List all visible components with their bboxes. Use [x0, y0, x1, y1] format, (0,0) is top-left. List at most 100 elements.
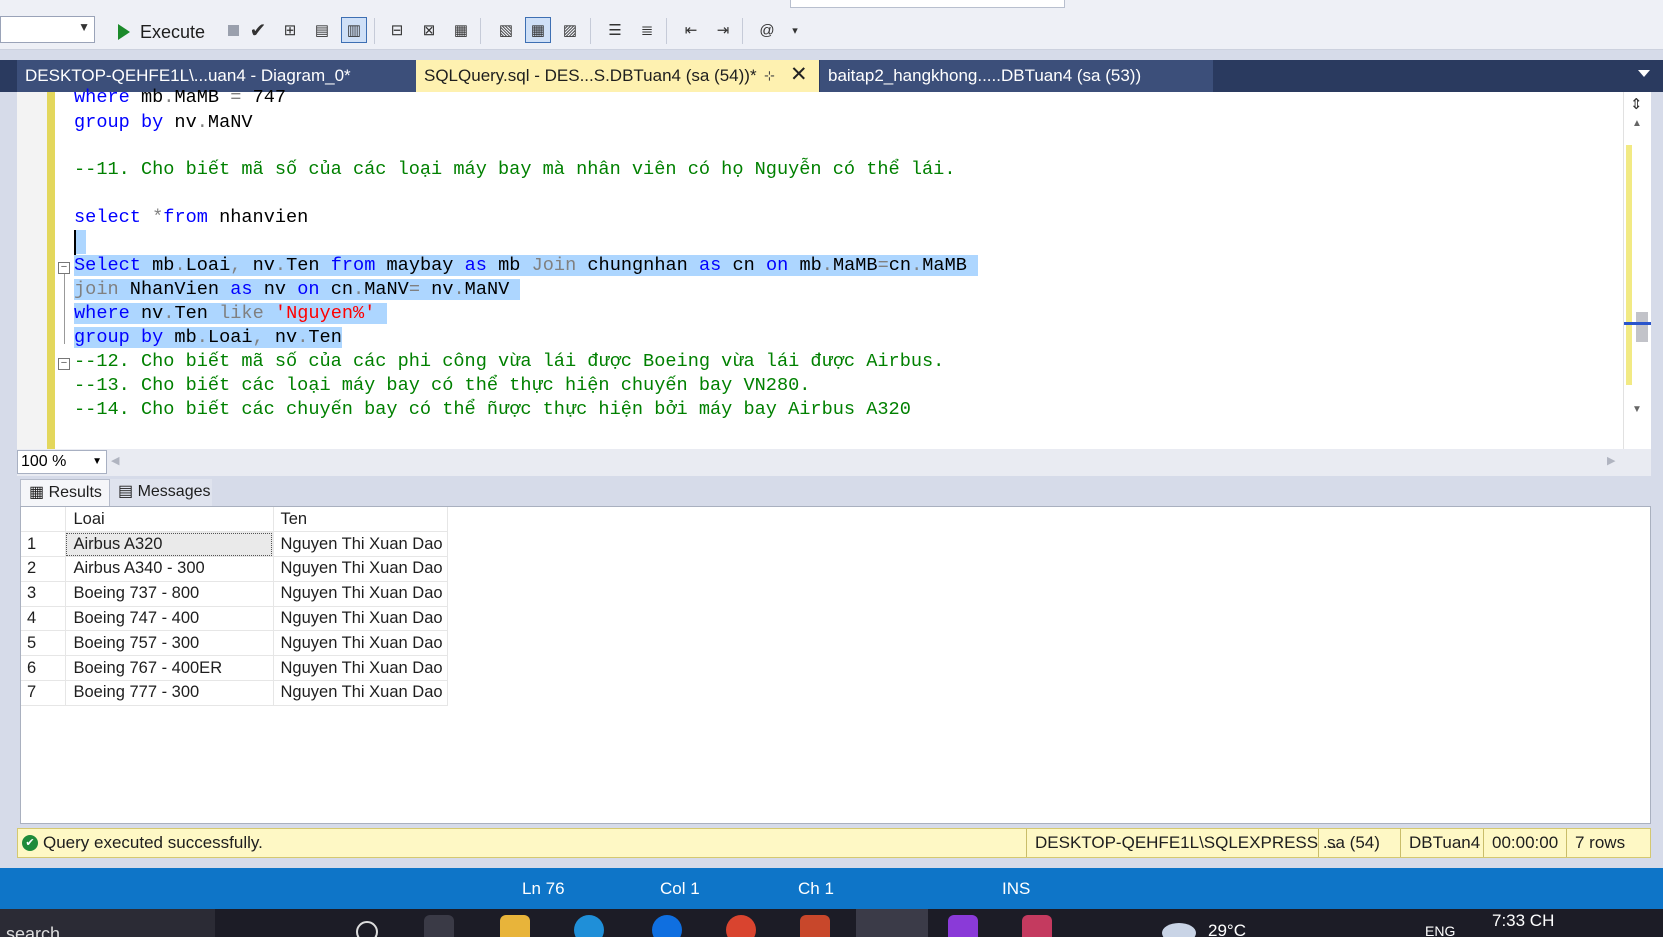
table-row[interactable]: 7 Boeing 777 - 300 Nguyen Thi Xuan Dao [21, 680, 448, 706]
close-icon[interactable]: ✕ [790, 60, 808, 91]
cell-loai[interactable]: Boeing 757 - 300 [65, 630, 274, 657]
weather-icon[interactable] [1162, 923, 1196, 937]
split-icon[interactable]: ⇕ [1630, 95, 1643, 113]
column-header[interactable]: Loai [65, 507, 274, 533]
windows-taskbar: search 29°C ENG 7:33 CH [0, 909, 1663, 937]
taskbar-search[interactable]: search [0, 909, 215, 937]
row-number[interactable]: 6 [21, 655, 66, 682]
collapse-icon[interactable]: − [58, 262, 70, 274]
cell-ten[interactable]: Nguyen Thi Xuan Dao [273, 630, 448, 657]
row-number[interactable]: 1 [21, 531, 66, 558]
input-language[interactable]: ENG [1425, 923, 1455, 937]
scroll-right-icon[interactable]: ▶ [1607, 454, 1615, 467]
table-row[interactable]: 4 Boeing 747 - 400 Nguyen Thi Xuan Dao [21, 606, 448, 632]
cell-loai[interactable]: Boeing 777 - 300 [65, 680, 274, 706]
database-dropdown[interactable]: ▼ [0, 16, 95, 43]
tab-sqlquery[interactable]: SQLQuery.sql - DES...S.DBTuan4 (sa (54))… [416, 60, 819, 92]
row-number-header[interactable] [21, 507, 66, 533]
ssms-taskbar-button[interactable] [856, 909, 928, 937]
increase-indent-icon[interactable]: ⇥ [710, 17, 736, 43]
table-row[interactable]: 3 Boeing 737 - 800 Nguyen Thi Xuan Dao [21, 581, 448, 607]
pin-icon[interactable]: ⊹ [764, 60, 775, 92]
cell-ten[interactable]: Nguyen Thi Xuan Dao [273, 556, 448, 582]
table-row[interactable]: 2 Airbus A340 - 300 Nguyen Thi Xuan Dao [21, 556, 448, 582]
status-server: DESKTOP-QEHFE1L\SQLEXPRESS ... [1026, 829, 1337, 857]
decrease-indent-icon[interactable]: ⇤ [678, 17, 704, 43]
scroll-down-icon[interactable]: ▼ [1632, 404, 1642, 415]
scroll-left-icon[interactable]: ◀ [111, 454, 119, 467]
row-number[interactable]: 2 [21, 556, 66, 582]
tab-messages[interactable]: ▤ Messages [110, 479, 212, 506]
parse-check-icon[interactable]: ✔ [245, 17, 271, 43]
client-stats-icon[interactable]: ▧ [493, 17, 519, 43]
chrome-icon[interactable] [726, 915, 756, 937]
uncomment-lines-icon[interactable]: ≣ [634, 17, 660, 43]
cell-loai[interactable]: Airbus A320 [65, 531, 274, 558]
scroll-up-icon[interactable]: ▲ [1632, 118, 1642, 129]
column-header[interactable]: Ten [273, 507, 448, 533]
cell-ten[interactable]: Nguyen Thi Xuan Dao [273, 581, 448, 607]
query-options-icon[interactable]: ⊟ [384, 17, 410, 43]
display-plan-icon[interactable]: ⊞ [277, 17, 303, 43]
code-comment: --14. Cho biết các chuyến bay có thể ñượ… [74, 399, 911, 420]
status-line: Ln 76 [522, 879, 565, 898]
tab-results[interactable]: ▦ Results [20, 479, 110, 506]
cell-loai[interactable]: Airbus A340 - 300 [65, 556, 274, 582]
tab-baitap2[interactable]: baitap2_hangkhong.....DBTuan4 (sa (53)) [820, 60, 1213, 92]
table-row[interactable]: 6 Boeing 767 - 400ER Nguyen Thi Xuan Dao [21, 655, 448, 682]
query-editor[interactable]: − − where mb.MaMB = 747 group by nv.MaNV… [17, 87, 1651, 449]
code-comment: --11. Cho biết mã số của các loại máy ba… [74, 159, 956, 180]
tab-overflow-icon[interactable] [1638, 70, 1650, 77]
code-line-selected: join NhanVien as nv on cn.MaNV= nv.MaNV [74, 279, 521, 300]
code-comment: --12. Cho biết mã số của các phi công vừ… [74, 351, 945, 372]
taskbar-clock[interactable]: 7:33 CH [1492, 911, 1554, 931]
cell-loai[interactable]: Boeing 747 - 400 [65, 606, 274, 632]
overflow-chevron-icon[interactable]: ▾ [782, 17, 808, 43]
editor-horizontal-scrollbar[interactable]: ◀ ▶ [17, 449, 1651, 476]
row-number[interactable]: 5 [21, 630, 66, 657]
cell-loai[interactable]: Boeing 767 - 400ER [65, 655, 274, 682]
collapse-icon[interactable]: − [58, 358, 70, 370]
grid-icon[interactable]: ▦ [525, 17, 551, 43]
ide-status-bar: Ln 76 Col 1 Ch 1 INS [0, 868, 1663, 909]
status-char: Ch 1 [798, 879, 834, 898]
intellij-icon[interactable] [948, 915, 978, 937]
intellisense-icon[interactable]: ⊠ [416, 17, 442, 43]
zoom-dropdown[interactable]: 100 % ▼ [17, 450, 107, 474]
powerpoint-icon[interactable] [800, 915, 830, 937]
cell-ten[interactable]: Nguyen Thi Xuan Dao [273, 655, 448, 682]
include-plan-icon[interactable]: ▦ [448, 17, 474, 43]
success-check-icon: ✔ [22, 835, 38, 851]
scrollbar-caret-marker [1624, 322, 1651, 325]
scrollbar-thumb[interactable] [1636, 312, 1648, 342]
results-to-text-icon[interactable]: ▤ [309, 17, 335, 43]
code-line-selected: group by mb.Loai, nv.Ten [74, 327, 342, 348]
row-number[interactable]: 4 [21, 606, 66, 632]
comment-lines-icon[interactable]: ☰ [602, 17, 628, 43]
execute-button[interactable]: Execute [118, 18, 205, 46]
cortana-icon[interactable] [356, 921, 378, 937]
zalo-icon[interactable] [652, 915, 682, 937]
row-number[interactable]: 7 [21, 680, 66, 706]
file-explorer-icon[interactable] [500, 915, 530, 937]
results-to-grid-icon[interactable]: ▥ [341, 17, 367, 43]
app-icon[interactable] [1022, 915, 1052, 937]
weather-temp[interactable]: 29°C [1208, 921, 1246, 937]
table-row[interactable]: 1 Airbus A320 Nguyen Thi Xuan Dao [21, 531, 448, 558]
grid-icon: ▦ [29, 484, 49, 501]
cell-loai[interactable]: Boeing 737 - 800 [65, 581, 274, 607]
specify-values-icon[interactable]: @ [754, 17, 780, 43]
edge-icon[interactable] [574, 915, 604, 937]
save-results-icon[interactable]: ▨ [557, 17, 583, 43]
cell-ten[interactable]: Nguyen Thi Xuan Dao [273, 531, 448, 558]
quick-launch-box[interactable] [790, 0, 1065, 8]
table-header-row: Loai Ten [21, 507, 448, 533]
stop-icon[interactable] [220, 17, 246, 43]
row-number[interactable]: 3 [21, 581, 66, 607]
results-table: Loai Ten 1 Airbus A320 Nguyen Thi Xuan Dao… [21, 507, 448, 706]
messages-icon: ▤ [118, 483, 138, 500]
cell-ten[interactable]: Nguyen Thi Xuan Dao [273, 680, 448, 706]
task-view-icon[interactable] [424, 915, 454, 937]
table-row[interactable]: 5 Boeing 757 - 300 Nguyen Thi Xuan Dao [21, 630, 448, 657]
cell-ten[interactable]: Nguyen Thi Xuan Dao [273, 606, 448, 632]
